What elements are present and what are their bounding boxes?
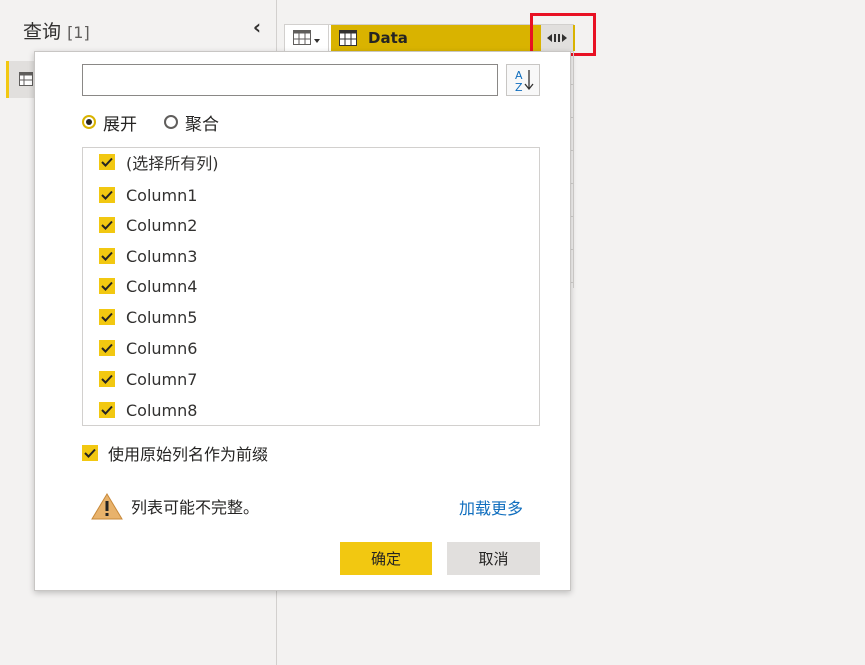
radio-aggregate-label: 聚合 [185, 114, 219, 135]
checkbox[interactable] [99, 402, 115, 418]
list-item-label: Column2 [126, 215, 198, 235]
list-item-label: Column6 [126, 338, 198, 358]
expand-columns-popup: A Z 展开 聚合 (选择所有列) Column1 Column2 Column… [34, 51, 571, 591]
collapse-pane-button[interactable]: ‹ [246, 14, 268, 40]
list-item[interactable]: Column5 [99, 305, 197, 329]
checkbox[interactable] [99, 248, 115, 264]
warning-row: 列表可能不完整。 [91, 490, 259, 522]
list-item-label: Column3 [126, 246, 198, 266]
prefix-option[interactable]: 使用原始列名作为前缀 [82, 442, 268, 464]
checkmark-icon [101, 343, 113, 353]
checkbox[interactable] [99, 278, 115, 294]
chevron-left-icon: ‹ [252, 15, 262, 39]
checkmark-icon [101, 157, 113, 167]
list-item-label: (选择所有列) [126, 154, 219, 173]
warning-icon [91, 493, 123, 520]
list-item-label: Column1 [126, 185, 198, 205]
list-item[interactable]: Column6 [99, 336, 197, 360]
checkbox[interactable] [99, 187, 115, 203]
highlight-annotation [530, 13, 596, 56]
queries-title-label: 查询 [23, 21, 62, 43]
checkbox[interactable] [99, 309, 115, 325]
checkbox[interactable] [99, 371, 115, 387]
checkmark-icon [84, 448, 96, 458]
list-item-label: Column8 [126, 400, 198, 420]
list-item-label: Column5 [126, 307, 198, 327]
list-item[interactable]: Column2 [99, 213, 197, 237]
chevron-down-icon [313, 39, 320, 43]
list-item[interactable]: Column4 [99, 274, 197, 298]
table-menu-button[interactable] [285, 25, 329, 51]
checkmark-icon [101, 220, 113, 230]
svg-text:Z: Z [515, 81, 523, 94]
radio-aggregate[interactable]: 聚合 [164, 111, 219, 135]
table-icon [339, 30, 357, 46]
load-more-link[interactable]: 加载更多 [459, 495, 523, 519]
list-item[interactable]: Column8 [99, 398, 197, 422]
cancel-button[interactable]: 取消 [447, 542, 540, 575]
prefix-checkbox[interactable] [82, 445, 98, 461]
list-item[interactable]: Column7 [99, 367, 197, 391]
radio-button[interactable] [164, 115, 178, 129]
warning-text: 列表可能不完整。 [131, 498, 260, 517]
list-item-label: Column7 [126, 369, 198, 389]
prefix-label: 使用原始列名作为前缀 [108, 445, 269, 464]
column-search-input[interactable] [82, 64, 498, 96]
column-header-label: Data [368, 29, 408, 47]
checkmark-icon [101, 281, 113, 291]
sort-button[interactable]: A Z [506, 64, 540, 96]
queries-title: 查询 [1] [23, 17, 90, 44]
table-icon [19, 72, 33, 86]
query-list-item[interactable] [6, 61, 36, 98]
list-item[interactable]: Column1 [99, 183, 197, 207]
checkmark-icon [101, 405, 113, 415]
checkmark-icon [101, 251, 113, 261]
ok-button[interactable]: 确定 [340, 542, 432, 575]
list-item-select-all[interactable]: (选择所有列) [99, 150, 219, 174]
radio-expand[interactable]: 展开 [82, 111, 137, 135]
queries-count: [1] [67, 23, 90, 42]
table-icon [292, 30, 320, 45]
checkmark-icon [101, 190, 113, 200]
checkbox[interactable] [99, 154, 115, 170]
list-item[interactable]: Column3 [99, 244, 197, 268]
radio-button[interactable] [82, 115, 96, 129]
column-checkbox-list: (选择所有列) Column1 Column2 Column3 Column4 … [82, 147, 540, 426]
sort-az-icon: A Z [515, 69, 534, 94]
radio-expand-label: 展开 [103, 114, 137, 135]
checkbox[interactable] [99, 217, 115, 233]
checkmark-icon [101, 374, 113, 384]
checkbox[interactable] [99, 340, 115, 356]
list-item-label: Column4 [126, 276, 198, 296]
checkmark-icon [101, 312, 113, 322]
